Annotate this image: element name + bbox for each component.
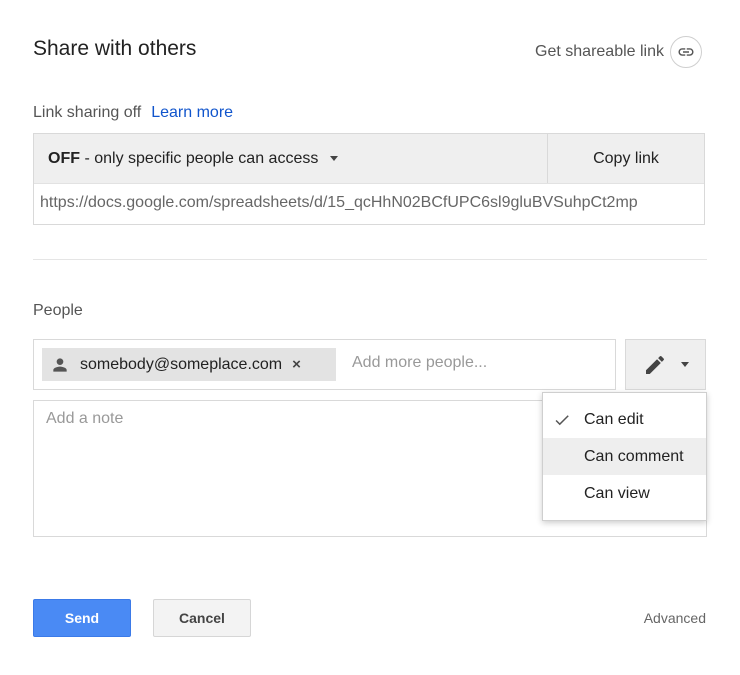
cancel-button[interactable]: Cancel [153,599,251,637]
menu-item-can-view[interactable]: Can view [543,475,706,512]
send-button[interactable]: Send [33,599,131,637]
link-icon[interactable] [670,36,702,68]
link-access-dropdown[interactable]: OFF - only specific people can access [34,134,548,183]
menu-item-label: Can view [584,484,650,502]
person-chip-email: somebody@someplace.com [80,355,283,373]
get-shareable-link-button[interactable]: Get shareable link [535,36,702,68]
link-sharing-status-text: Link sharing off [33,104,142,121]
people-input[interactable]: somebody@someplace.com × Add more people… [33,339,616,390]
check-icon [555,415,569,426]
pencil-icon [645,355,664,374]
get-shareable-link-label: Get shareable link [535,43,664,60]
people-label: People [33,302,83,319]
chevron-down-icon [680,362,689,367]
permission-menu: Can edit Can comment Can view [542,392,707,521]
dialog-title: Share with others [33,37,197,60]
note-placeholder: Add a note [46,410,124,427]
permission-dropdown-button[interactable] [625,339,706,390]
access-description: - only specific people can access [80,149,319,167]
menu-item-can-edit[interactable]: Can edit [543,401,706,438]
access-off-label: OFF [48,149,80,167]
advanced-link[interactable]: Advanced [644,610,706,626]
add-people-placeholder: Add more people... [352,354,488,371]
menu-item-label: Can comment [584,447,684,465]
copy-link-button[interactable]: Copy link [548,134,704,183]
share-url-field[interactable]: https://docs.google.com/spreadsheets/d/1… [34,183,704,224]
person-icon [53,357,67,372]
section-divider [33,259,707,260]
link-share-box: OFF - only specific people can access Co… [33,133,705,225]
remove-chip-icon[interactable]: × [292,356,301,373]
menu-item-label: Can edit [584,410,644,428]
person-chip[interactable]: somebody@someplace.com × [42,348,336,381]
link-sharing-status: Link sharing off Learn more [33,104,233,122]
menu-item-can-comment[interactable]: Can comment [543,438,706,475]
dropdown-caret-icon [330,156,339,161]
learn-more-link[interactable]: Learn more [151,104,233,121]
